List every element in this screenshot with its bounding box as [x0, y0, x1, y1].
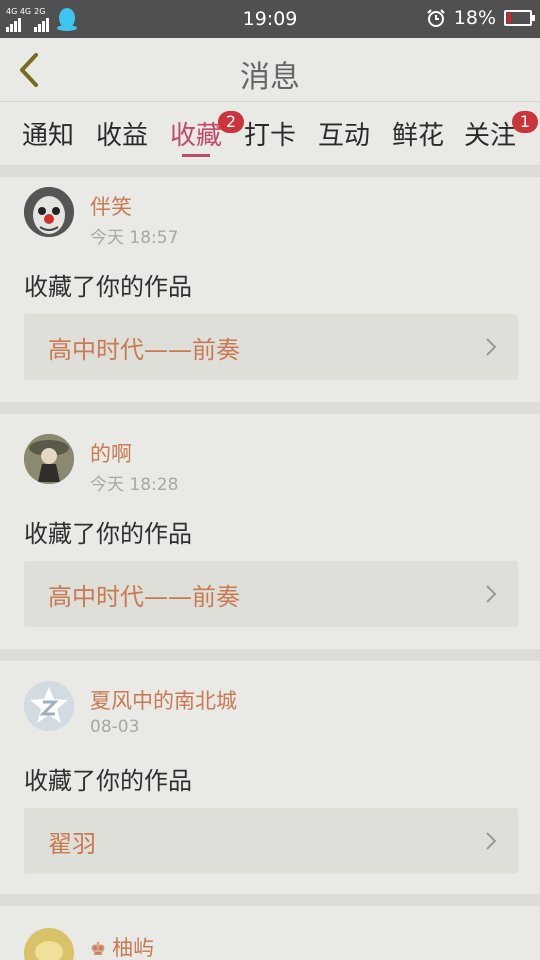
avatar[interactable]	[24, 187, 74, 237]
username[interactable]: 夏风中的南北城	[90, 685, 237, 715]
action-text: 收藏了你的作品	[24, 273, 192, 301]
battery-icon	[504, 10, 535, 26]
tab-label: 通知	[22, 121, 75, 151]
tab-label: 收益	[96, 121, 149, 151]
crown-icon: ♚	[90, 939, 107, 960]
default-avatar-image	[24, 681, 74, 731]
status-right: 18%	[426, 7, 535, 29]
chevron-right-icon	[486, 832, 497, 850]
work-link[interactable]: 翟羽	[24, 808, 518, 874]
timestamp: 08-03	[90, 717, 140, 737]
battery-percent: 18%	[453, 7, 496, 29]
battery-fill	[507, 13, 511, 23]
tab-flowers[interactable]: 鲜花	[392, 115, 444, 152]
work-link[interactable]: 高中时代——前奏	[24, 561, 518, 627]
chevron-right-icon	[486, 338, 497, 356]
divider	[0, 165, 540, 177]
avatar[interactable]	[24, 681, 74, 731]
follows-badge: 1	[512, 111, 538, 133]
timestamp: 今天 18:57	[90, 228, 179, 248]
work-link[interactable]: 高中时代——前奏	[24, 314, 518, 380]
username-text: 柚屿	[112, 936, 155, 960]
avatar[interactable]	[24, 928, 74, 960]
divider	[0, 894, 540, 906]
status-bar: 4G 4G 2G 19:09 18%	[0, 0, 540, 38]
username[interactable]: 伴笑	[90, 191, 132, 221]
tab-follows[interactable]: 关注 1	[464, 111, 538, 152]
divider	[0, 402, 540, 414]
message-card: ♚ 柚屿	[0, 906, 540, 960]
work-title: 高中时代——前奏	[48, 336, 240, 364]
username[interactable]: 的啊	[90, 438, 132, 468]
tab-label: 互动	[318, 121, 371, 151]
tab-label: 打卡	[244, 121, 297, 151]
girl-avatar-image	[24, 434, 74, 484]
avatar[interactable]	[24, 434, 74, 484]
action-text: 收藏了你的作品	[24, 520, 192, 548]
nav-header: 消息	[0, 38, 540, 102]
work-title: 翟羽	[48, 830, 96, 858]
tab-favorites[interactable]: 收藏 2	[170, 111, 244, 152]
tab-label: 关注	[464, 121, 517, 151]
alarm-icon	[427, 9, 445, 27]
tab-notifications[interactable]: 通知	[22, 115, 74, 152]
divider	[0, 649, 540, 661]
tab-interaction[interactable]: 互动	[318, 115, 370, 152]
tab-checkin[interactable]: 打卡	[244, 115, 296, 152]
tab-earnings[interactable]: 收益	[96, 115, 148, 152]
page-title: 消息	[240, 60, 300, 95]
clown-avatar-image	[24, 187, 74, 237]
action-text: 收藏了你的作品	[24, 767, 192, 795]
tab-label: 收藏	[170, 121, 223, 151]
tab-bar: 通知 收益 收藏 2 打卡 互动 鲜花 关注 1	[0, 103, 540, 165]
work-title: 高中时代——前奏	[48, 583, 240, 611]
message-card: 伴笑 今天 18:57 收藏了你的作品 高中时代——前奏	[0, 177, 540, 402]
yellow-avatar-image	[24, 928, 74, 960]
message-card: 的啊 今天 18:28 收藏了你的作品 高中时代——前奏	[0, 414, 540, 649]
timestamp: 今天 18:28	[90, 475, 179, 495]
chevron-right-icon	[486, 585, 497, 603]
username[interactable]: ♚ 柚屿	[90, 932, 154, 960]
active-tab-underline	[182, 154, 210, 157]
message-card: 夏风中的南北城 08-03 收藏了你的作品 翟羽	[0, 661, 540, 894]
favorites-badge: 2	[218, 111, 244, 133]
tab-label: 鲜花	[392, 121, 445, 151]
